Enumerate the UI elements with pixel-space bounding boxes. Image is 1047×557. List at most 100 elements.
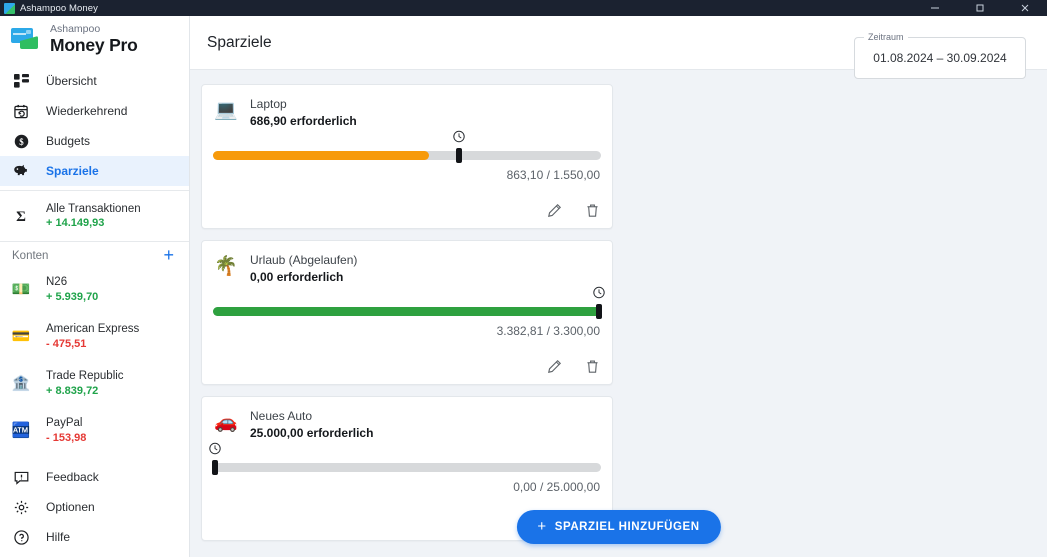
goals-content: 💻 Laptop 686,90 erforderlich 863,10 / 1.… (190, 70, 1047, 557)
sidebar-item-uebersicht[interactable]: Übersicht (0, 66, 189, 96)
pencil-icon[interactable] (546, 202, 563, 219)
brand-title: Money Pro (50, 34, 138, 55)
goal-amounts: 3.382,81 / 3.300,00 (496, 324, 600, 338)
accounts-list: 💵 N26 + 5.939,70 💳 American Express - 47… (0, 266, 189, 454)
divider (0, 190, 189, 191)
main-header: Sparziele Zeitraum 01.08.2024 – 30.09.20… (190, 16, 1047, 79)
app-logo-icon (4, 2, 15, 14)
maximize-button[interactable] (957, 0, 1002, 16)
progress-fill (213, 151, 430, 160)
goal-header: 🚗 Neues Auto 25.000,00 erforderlich (213, 408, 601, 440)
sidebar-item-label: Wiederkehrend (46, 104, 128, 118)
trash-icon[interactable] (584, 358, 601, 375)
svg-text:$: $ (19, 136, 24, 146)
sidebar-item-sparziele[interactable]: Sparziele (0, 156, 189, 186)
pencil-icon[interactable] (546, 358, 563, 375)
window-controls (912, 0, 1047, 16)
sidebar-item-label: Hilfe (46, 530, 71, 544)
sidebar-item-label: Feedback (46, 470, 99, 484)
sidebar-item-alle-transaktionen[interactable]: Σ Alle Transaktionen + 14.149,93 (0, 195, 189, 237)
goal-card-laptop[interactable]: 💻 Laptop 686,90 erforderlich 863,10 / 1.… (201, 84, 613, 229)
clock-marker-icon (593, 286, 606, 299)
page-title: Sparziele (207, 33, 272, 51)
account-name: Trade Republic (46, 370, 124, 383)
goal-required: 686,90 erforderlich (250, 114, 357, 128)
account-item-american-express[interactable]: 💳 American Express - 475,51 (0, 313, 189, 360)
piggy-bank-icon (11, 161, 31, 181)
palm-tree-emoji-icon: 🌴 (214, 255, 238, 277)
goal-amounts: 863,10 / 1.550,00 (506, 168, 600, 182)
account-name: American Express (46, 323, 140, 336)
account-amount: - 153,98 (46, 431, 87, 444)
sidebar-item-label: Sparziele (46, 164, 99, 178)
sidebar-item-wiederkehrend[interactable]: Wiederkehrend (0, 96, 189, 126)
window-title: Ashampoo Money (20, 2, 98, 14)
feedback-icon (11, 467, 31, 487)
app-window: Ashampoo Money Ashampoo Money Pro Übersi… (0, 0, 1047, 557)
goal-progress[interactable] (213, 130, 601, 164)
add-account-icon[interactable]: + (162, 246, 175, 266)
dollar-coin-icon: $ (11, 131, 31, 151)
dashboard-icon (11, 71, 31, 91)
sidebar-item-label: Budgets (46, 134, 91, 148)
divider (0, 241, 189, 242)
sidebar-item-label: Übersicht (46, 74, 97, 88)
trash-icon[interactable] (584, 202, 601, 219)
app-logo-icon (11, 28, 39, 50)
laptop-emoji-icon: 💻 (214, 99, 238, 121)
account-item-paypal[interactable]: 🏧 PayPal - 153,98 (0, 407, 189, 454)
progress-marker[interactable] (211, 460, 218, 475)
clock-marker-icon (208, 442, 221, 455)
bank-icon: 🏦 (11, 375, 31, 392)
sidebar-item-optionen[interactable]: Optionen (0, 492, 189, 522)
help-circle-icon (11, 527, 31, 547)
close-button[interactable] (1002, 0, 1047, 16)
account-amount: + 5.939,70 (46, 290, 99, 303)
account-name: N26 (46, 276, 68, 289)
car-emoji-icon: 🚗 (214, 411, 238, 433)
app-body: Ashampoo Money Pro Übersicht Wiederkehre… (0, 16, 1047, 557)
sidebar: Ashampoo Money Pro Übersicht Wiederkehre… (0, 16, 190, 557)
goal-name: Laptop (250, 97, 287, 111)
main-nav: Übersicht Wiederkehrend $ Budgets Sparzi… (0, 62, 189, 246)
goal-header: 🌴 Urlaub (Abgelaufen) 0,00 erforderlich (213, 252, 601, 284)
title-bar: Ashampoo Money (0, 0, 1047, 16)
sidebar-item-budgets[interactable]: $ Budgets (0, 126, 189, 156)
sidebar-item-hilfe[interactable]: Hilfe (0, 522, 189, 552)
clock-marker-icon (452, 130, 465, 143)
goal-required: 0,00 erforderlich (250, 270, 344, 284)
goal-header: 💻 Laptop 686,90 erforderlich (213, 96, 601, 128)
transactions-amount: + 14.149,93 (46, 217, 105, 230)
date-range-legend: Zeitraum (864, 32, 908, 42)
sidebar-item-feedback[interactable]: Feedback (0, 462, 189, 492)
goal-name: Urlaub (Abgelaufen) (250, 253, 358, 267)
add-savings-goal-button[interactable]: + SPARZIEL HINZUFÜGEN (516, 510, 721, 544)
progress-track (213, 463, 601, 472)
goal-actions (546, 358, 601, 375)
goal-progress[interactable] (213, 286, 605, 320)
goal-progress[interactable] (208, 442, 601, 476)
account-amount: + 8.839,72 (46, 384, 99, 397)
calendar-repeat-icon (11, 101, 31, 121)
svg-text:Σ: Σ (16, 209, 26, 224)
goals-grid: 💻 Laptop 686,90 erforderlich 863,10 / 1.… (201, 84, 1026, 541)
progress-marker[interactable] (455, 148, 462, 163)
goal-amounts: 0,00 / 25.000,00 (513, 480, 600, 494)
account-name: PayPal (46, 417, 83, 430)
date-range-value: 01.08.2024 – 30.09.2024 (873, 51, 1007, 65)
sigma-icon: Σ (11, 206, 31, 226)
main-area: Sparziele Zeitraum 01.08.2024 – 30.09.20… (190, 16, 1047, 557)
progress-marker[interactable] (596, 304, 603, 319)
paypal-icon: 🏧 (11, 422, 31, 439)
account-amount: - 475,51 (46, 337, 87, 350)
sidebar-item-label: Optionen (46, 500, 95, 514)
credit-card-icon: 💳 (11, 328, 31, 345)
account-item-trade-republic[interactable]: 🏦 Trade Republic + 8.839,72 (0, 360, 189, 407)
goal-required: 25.000,00 erforderlich (250, 426, 374, 440)
account-item-n26[interactable]: 💵 N26 + 5.939,70 (0, 266, 189, 313)
accounts-header: Konten + (0, 246, 189, 266)
sidebar-bottom-nav: Feedback Optionen Hilfe (0, 462, 189, 557)
minimize-button[interactable] (912, 0, 957, 16)
goal-card-urlaub[interactable]: 🌴 Urlaub (Abgelaufen) 0,00 erforderlich (201, 240, 613, 385)
progress-fill (213, 307, 601, 316)
